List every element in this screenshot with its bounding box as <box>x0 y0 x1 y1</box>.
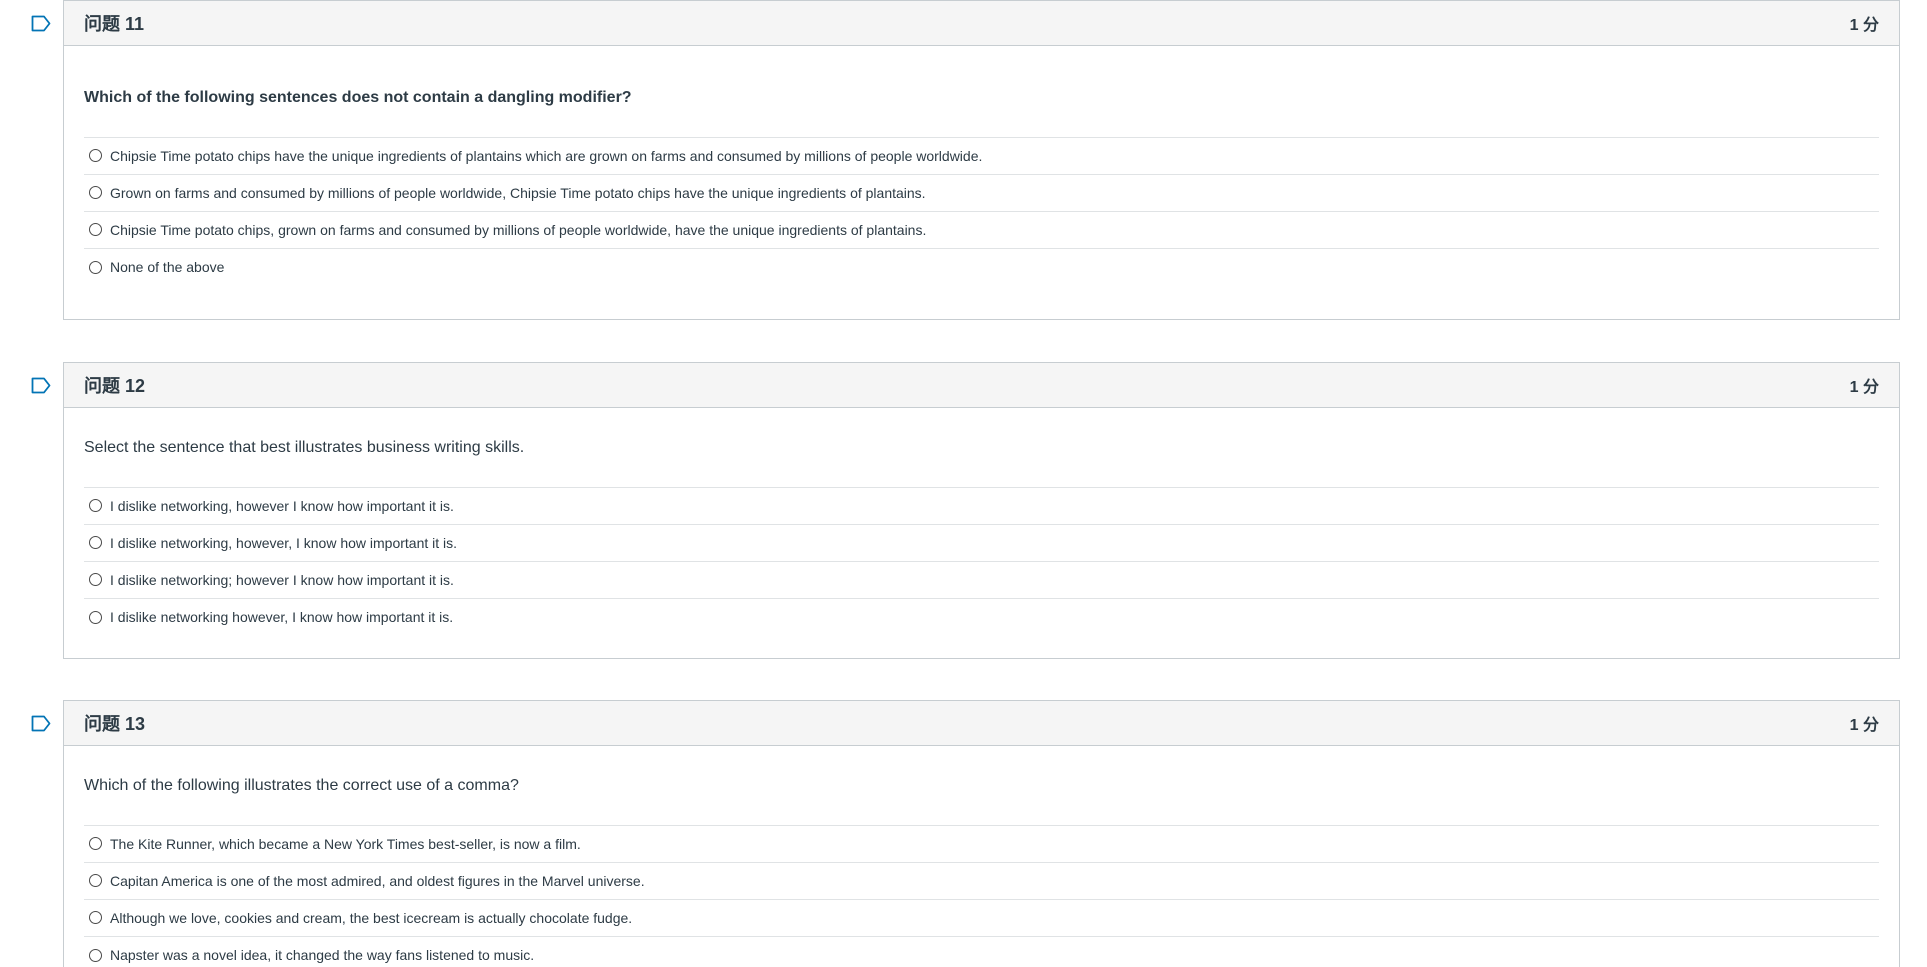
answer-list: The Kite Runner, which became a New York… <box>84 824 1879 967</box>
answer-label: Chipsie Time potato chips have the uniqu… <box>110 147 983 164</box>
answer-option[interactable]: I dislike networking, however, I know ho… <box>84 525 1879 562</box>
quiz-page: 问题 11 1 分 Which of the following sentenc… <box>0 0 1927 967</box>
answer-label: I dislike networking however, I know how… <box>110 609 454 626</box>
question-header: 问题 13 1 分 <box>64 701 1899 746</box>
answer-label: The Kite Runner, which became a New York… <box>110 835 581 852</box>
answer-label: I dislike networking, however, I know ho… <box>110 534 458 551</box>
flag-icon[interactable] <box>31 377 51 394</box>
answer-list: Chipsie Time potato chips have the uniqu… <box>84 136 1879 286</box>
radio-button[interactable] <box>89 610 102 624</box>
answer-option[interactable]: Chipsie Time potato chips, grown on farm… <box>84 212 1879 249</box>
answer-label: Although we love, cookies and cream, the… <box>110 909 633 926</box>
question-points: 1 分 <box>1849 717 1879 734</box>
radio-button[interactable] <box>89 149 102 163</box>
answer-label: I dislike networking; however I know how… <box>110 571 454 588</box>
question-text: Select the sentence that best illustrate… <box>84 439 525 456</box>
radio-button[interactable] <box>89 536 102 550</box>
answer-option[interactable]: None of the above <box>84 249 1879 286</box>
answer-option[interactable]: The Kite Runner, which became a New York… <box>84 826 1879 863</box>
question-card-13: 问题 13 1 分 Which of the following illustr… <box>31 700 1900 967</box>
answer-option[interactable]: Chipsie Time potato chips have the uniqu… <box>84 138 1879 175</box>
question-text: Which of the following illustrates the c… <box>84 777 519 794</box>
radio-button[interactable] <box>89 573 102 587</box>
radio-button[interactable] <box>89 948 102 962</box>
radio-button[interactable] <box>89 186 102 200</box>
question-body: Which of the following sentences does no… <box>64 46 1899 286</box>
radio-button[interactable] <box>89 499 102 513</box>
answer-option[interactable]: Napster was a novel idea, it changed the… <box>84 937 1879 967</box>
radio-button[interactable] <box>89 874 102 888</box>
question-title: 问题 11 <box>84 14 145 34</box>
question-title: 问题 13 <box>84 714 146 734</box>
question-points: 1 分 <box>1849 379 1879 396</box>
question-text: Which of the following sentences does no… <box>84 89 632 106</box>
radio-button[interactable] <box>89 911 102 925</box>
question-card-12: 问题 12 1 分 Select the sentence that best … <box>31 362 1900 659</box>
question-header: 问题 11 1 分 <box>64 1 1899 46</box>
question-title: 问题 12 <box>84 376 146 396</box>
answer-option[interactable]: I dislike networking; however I know how… <box>84 562 1879 599</box>
answer-label: Capitan America is one of the most admir… <box>110 872 645 889</box>
answer-label: None of the above <box>110 259 225 276</box>
answer-option[interactable]: I dislike networking however, I know how… <box>84 599 1879 636</box>
question-body: Select the sentence that best illustrate… <box>64 408 1899 636</box>
answer-option[interactable]: Grown on farms and consumed by millions … <box>84 175 1879 212</box>
question-header: 问题 12 1 分 <box>64 363 1899 408</box>
radio-button[interactable] <box>89 837 102 851</box>
answer-label: Napster was a novel idea, it changed the… <box>110 947 535 964</box>
answer-option[interactable]: Although we love, cookies and cream, the… <box>84 900 1879 937</box>
radio-button[interactable] <box>89 260 102 274</box>
question-points: 1 分 <box>1849 17 1879 34</box>
answer-option[interactable]: Capitan America is one of the most admir… <box>84 863 1879 900</box>
answer-list: I dislike networking, however I know how… <box>84 486 1879 636</box>
answer-option[interactable]: I dislike networking, however I know how… <box>84 488 1879 525</box>
answer-label: Chipsie Time potato chips, grown on farm… <box>110 221 927 238</box>
flag-icon[interactable] <box>31 15 51 32</box>
question-card-11: 问题 11 1 分 Which of the following sentenc… <box>31 0 1900 320</box>
question-body: Which of the following illustrates the c… <box>64 746 1899 967</box>
answer-label: Grown on farms and consumed by millions … <box>110 184 926 201</box>
flag-icon[interactable] <box>31 715 51 732</box>
radio-button[interactable] <box>89 223 102 237</box>
answer-label: I dislike networking, however I know how… <box>110 497 454 514</box>
